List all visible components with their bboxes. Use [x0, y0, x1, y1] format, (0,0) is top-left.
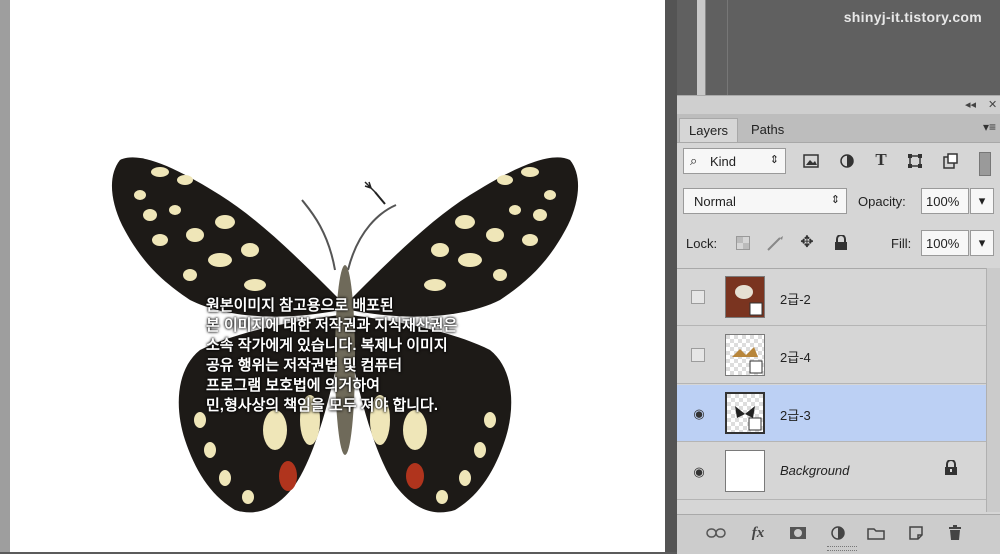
new-adjustment-layer-icon[interactable] — [827, 522, 849, 544]
layer-name: 2급-4 — [780, 350, 811, 365]
layer-row[interactable]: ◉ Background — [677, 443, 987, 500]
opacity-value: 100% — [926, 194, 960, 209]
eye-icon[interactable]: ◉ — [690, 463, 708, 481]
divider — [727, 0, 728, 95]
smart-object-filter-icon[interactable] — [940, 151, 960, 171]
select-arrows-icon: ⇕ — [830, 194, 840, 206]
layer-name: 2급-3 — [780, 408, 811, 423]
link-layers-icon[interactable] — [705, 522, 727, 544]
layer-row-selected[interactable]: ◉ 2급-3 — [677, 385, 987, 442]
fill-dropdown-button[interactable]: ▾ — [970, 230, 994, 256]
collapse-panel-icon[interactable]: ◂◂ — [965, 98, 976, 111]
opacity-input[interactable]: 100% — [921, 188, 969, 214]
document-canvas[interactable]: 원본이미지 참고용으로 배포된 본 이미지에 대한 저작권과 지식재산권은 소속… — [0, 0, 665, 552]
add-mask-icon[interactable] — [787, 522, 809, 544]
delete-layer-trash-icon[interactable] — [944, 522, 966, 544]
layer-style-fx-icon[interactable]: fx — [747, 522, 769, 544]
caption-line: 소속 작가에게 있습니다. 복제나 이미지 — [206, 337, 448, 354]
caption-line: 프로그램 보호법에 의거하여 — [206, 377, 380, 394]
fill-input[interactable]: 100% — [921, 230, 969, 256]
select-arrows-icon: ⇕ — [769, 154, 779, 166]
adjustment-layer-filter-icon[interactable] — [837, 151, 857, 171]
layer-thumbnail — [725, 392, 765, 434]
layer-lock-icon — [944, 459, 958, 481]
panel-tabs: Layers Paths ▾≡ — [677, 114, 1000, 143]
opacity-label: Opacity: — [858, 194, 906, 209]
layer-thumbnail — [725, 276, 765, 318]
filter-kind-select[interactable]: ⌕ Kind ⇕ — [683, 148, 786, 174]
type-layer-filter-icon[interactable]: T — [871, 150, 891, 170]
eye-icon[interactable]: ◉ — [690, 405, 708, 423]
collapsed-panel-area: shinyj-it.tistory.com — [677, 0, 1000, 95]
blend-mode-value: Normal — [694, 194, 736, 209]
filter-row: ⌕ Kind ⇕ T — [677, 144, 1000, 180]
butterfly-image — [111, 157, 579, 513]
caption-line: 공유 행위는 저작권법 및 컴퓨터 — [206, 357, 403, 374]
layer-thumbnail — [725, 450, 765, 492]
layer-name: Background — [780, 463, 850, 478]
visibility-toggle-off[interactable] — [691, 348, 705, 362]
lock-label: Lock: — [686, 236, 718, 251]
tab-paths[interactable]: Paths — [742, 118, 793, 142]
filter-toggle-switch[interactable] — [979, 152, 991, 176]
caption-line: 민,형사상의 책임을 모두 져야 합니다. — [206, 397, 439, 414]
lock-row: Lock: ✥ Fill: 100% ▾ — [677, 226, 1000, 260]
layers-footer: fx — [677, 514, 1000, 554]
layer-name: 2급-2 — [780, 292, 811, 307]
layer-thumbnail — [725, 334, 765, 376]
panel-resize-grip[interactable] — [827, 546, 857, 551]
caption-line: 원본이미지 참고용으로 배포된 — [206, 297, 394, 314]
shape-layer-filter-icon[interactable] — [905, 151, 925, 171]
copyright-caption: 원본이미지 참고용으로 배포된 본 이미지에 대한 저작권과 지식재산권은 소속… — [206, 296, 546, 416]
layers-list: 2급-2 2급-4 ◉ 2급-3 ◉ Background — [677, 268, 1000, 515]
search-icon: ⌕ — [690, 153, 698, 168]
tab-layers[interactable]: Layers — [679, 118, 739, 142]
lock-transparent-pixels-icon[interactable] — [733, 233, 753, 253]
pixel-layer-filter-icon[interactable] — [801, 151, 821, 171]
caption-line: 본 이미지에 대한 저작권과 지식재산권은 — [206, 317, 458, 334]
layer-row[interactable]: 2급-4 — [677, 327, 987, 384]
new-layer-icon[interactable] — [905, 522, 927, 544]
lock-all-icon[interactable] — [831, 233, 851, 253]
panel-menu-icon[interactable]: ▾≡ — [983, 120, 996, 134]
layer-row[interactable]: 2급-2 — [677, 269, 987, 326]
filter-kind-label: Kind — [710, 154, 737, 169]
panel-header: ◂◂ ✕ — [677, 96, 1000, 114]
close-panel-icon[interactable]: ✕ — [988, 98, 997, 111]
fill-value: 100% — [926, 236, 960, 251]
layers-scrollbar[interactable] — [986, 268, 1000, 512]
opacity-dropdown-button[interactable]: ▾ — [970, 188, 994, 214]
layers-panel: ◂◂ ✕ Layers Paths ▾≡ ⌕ Kind ⇕ T Normal ⇕… — [677, 95, 1000, 554]
new-group-folder-icon[interactable] — [865, 522, 887, 544]
blend-row: Normal ⇕ Opacity: 100% ▾ — [677, 184, 1000, 218]
lock-image-pixels-icon[interactable] — [765, 233, 785, 253]
workspace-gutter — [665, 0, 677, 552]
fill-label: Fill: — [891, 236, 912, 251]
watermark-text: shinyj-it.tistory.com — [843, 9, 982, 25]
lock-position-icon[interactable]: ✥ — [797, 233, 817, 253]
visibility-toggle-off[interactable] — [691, 290, 705, 304]
panel-dock-strip[interactable] — [697, 0, 706, 95]
magic-wand-cursor-icon — [364, 181, 386, 205]
blend-mode-select[interactable]: Normal ⇕ — [683, 188, 847, 214]
